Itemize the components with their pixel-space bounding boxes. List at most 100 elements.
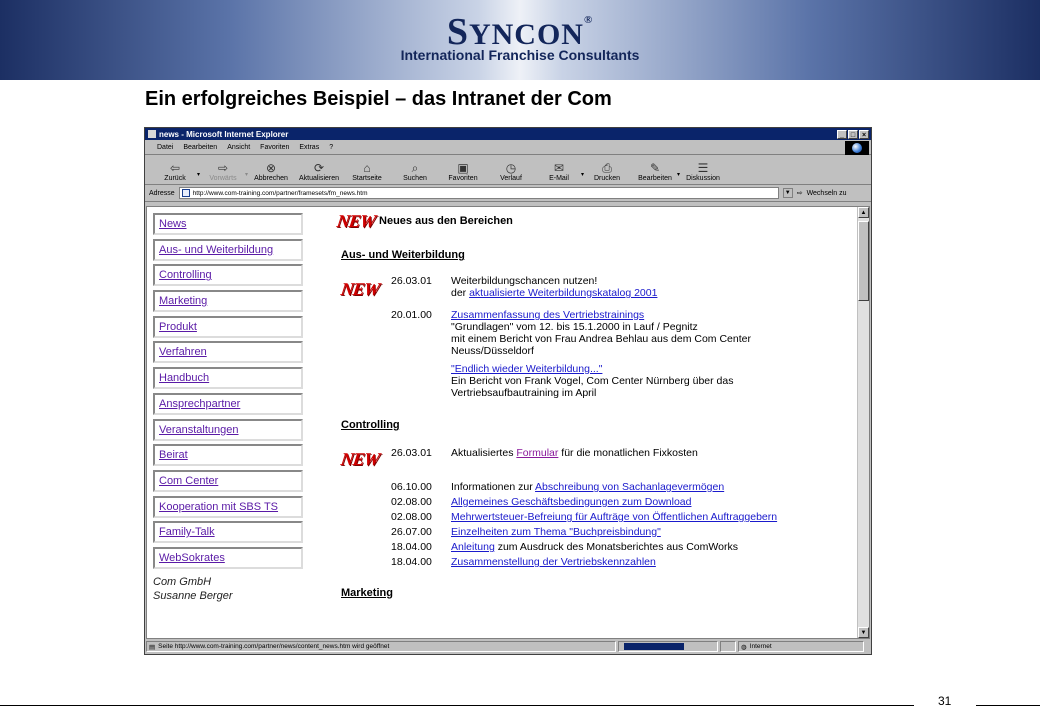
ie-globe-icon xyxy=(845,141,869,155)
ie-page-icon xyxy=(148,130,156,138)
scroll-up-button[interactable]: ▲ xyxy=(858,207,869,218)
entry-text: für die monatlichen Fixkosten xyxy=(558,447,698,459)
nav-link-controlling[interactable]: Controlling xyxy=(153,264,303,287)
nav-link-websokrates[interactable]: WebSokrates xyxy=(153,546,303,569)
nav-link-news[interactable]: News xyxy=(153,213,303,235)
controlling-link[interactable]: Zusammenstellung der Vertriebskennzahlen xyxy=(451,556,656,568)
controlling-link[interactable]: Anleitung xyxy=(451,541,495,553)
menu-extras[interactable]: Extras xyxy=(299,144,319,151)
menu-help[interactable]: ? xyxy=(329,144,333,151)
address-dropdown-button[interactable]: ▼ xyxy=(782,188,793,198)
toolbar-button-verlauf[interactable]: ◷ Verlauf xyxy=(489,161,533,184)
section-weiterbildung: Aus- und Weiterbildung xyxy=(341,249,465,261)
toolbar-button-e-mail[interactable]: ✉ E-Mail ▾ xyxy=(537,161,584,184)
zone-label: Internet xyxy=(749,643,772,650)
zone-cell: ◍ Internet xyxy=(738,641,864,652)
search-icon: ⌕ xyxy=(411,161,419,175)
slide-title: Ein erfolgreiches Beispiel – das Intrane… xyxy=(145,88,612,110)
toolbar-button-label: Favoriten xyxy=(448,175,478,182)
scroll-thumb[interactable] xyxy=(858,221,869,301)
dropdown-arrow-icon[interactable]: ▾ xyxy=(677,171,680,178)
page-icon xyxy=(181,189,190,197)
toolbar-button-bearbeiten[interactable]: ✎ Bearbeiten ▾ xyxy=(633,161,680,184)
nav-link-family-talk[interactable]: Family-Talk xyxy=(153,521,303,544)
minimize-button[interactable]: _ xyxy=(837,129,847,139)
dropdown-arrow-icon[interactable]: ▾ xyxy=(581,171,584,178)
controlling-link[interactable]: Allgemeines Geschäftsbedingungen zum Dow… xyxy=(451,496,691,508)
refresh-icon: ⟳ xyxy=(313,161,325,175)
contact-person: Susanne Berger xyxy=(153,589,233,602)
weiterbildungskatalog-link[interactable]: aktualisierte Weiterbildungskatalog 2001 xyxy=(469,287,657,299)
nav-link-verfahren[interactable]: Verfahren xyxy=(153,341,303,364)
toolbar-button-startseite[interactable]: ⌂ Startseite xyxy=(345,161,389,184)
toolbar-button-drucken[interactable]: ⎙ Drucken xyxy=(585,161,629,184)
controlling-link[interactable]: Abschreibung von Sachanlagevermögen xyxy=(535,481,724,493)
entry-text: Weiterbildungschancen nutzen! xyxy=(451,275,598,287)
toolbar-button-aktualisieren[interactable]: ⟳ Aktualisieren xyxy=(297,161,341,184)
new-badge: NEW xyxy=(339,279,381,299)
entry-date: 18.04.00 xyxy=(391,541,432,553)
toolbar-button-favoriten[interactable]: ▣ Favoriten xyxy=(441,161,485,184)
dropdown-arrow-icon[interactable]: ▾ xyxy=(245,171,248,178)
menu-bearbeiten[interactable]: Bearbeiten xyxy=(183,144,217,151)
maximize-button[interactable]: □ xyxy=(848,129,858,139)
weiterbildung-bericht-link[interactable]: "Endlich wieder Weiterbildung..." xyxy=(451,363,851,375)
progress-cell xyxy=(618,641,718,652)
menu-favoriten[interactable]: Favoriten xyxy=(260,144,289,151)
loading-progress-bar xyxy=(624,643,684,650)
go-button[interactable]: Wechseln zu xyxy=(807,190,847,197)
toolbar-button-vorwärts[interactable]: ⇨ Vorwärts ▾ xyxy=(201,161,248,184)
scroll-down-button[interactable]: ▼ xyxy=(858,627,869,638)
header-banner: SYNCON® International Franchise Consulta… xyxy=(0,0,1040,80)
go-arrow-icon[interactable]: ⇨ xyxy=(797,189,803,197)
entry-text: "Grundlagen" vom 12. bis 15.1.2000 in La… xyxy=(451,321,698,333)
toolbar-button-diskussion[interactable]: ☰ Diskussion xyxy=(681,161,725,184)
stop-icon: ⊗ xyxy=(265,161,277,175)
menu-datei[interactable]: Datei xyxy=(157,144,173,151)
nav-link-aus-und-weiterbildung[interactable]: Aus- und Weiterbildung xyxy=(153,238,303,261)
nav-link-marketing[interactable]: Marketing xyxy=(153,290,303,313)
vertical-scrollbar[interactable]: ▲ ▼ xyxy=(857,207,869,638)
home-icon: ⌂ xyxy=(363,161,371,175)
entry-text: Aktualisiertes xyxy=(451,447,517,459)
address-bar: Adresse http://www.com-training.com/part… xyxy=(145,185,871,202)
nav-link-veranstaltungen[interactable]: Veranstaltungen xyxy=(153,418,303,441)
window-titlebar: news - Microsoft Internet Explorer _ □ × xyxy=(145,128,871,140)
nav-link-produkt[interactable]: Produkt xyxy=(153,315,303,338)
discussion-icon: ☰ xyxy=(697,161,709,175)
entry-date: 02.08.00 xyxy=(391,496,432,508)
status-empty-cell xyxy=(720,641,736,652)
close-button[interactable]: × xyxy=(859,129,869,139)
registered-mark: ® xyxy=(583,14,594,26)
section-controlling: Controlling xyxy=(341,419,400,431)
page-number: 31 xyxy=(938,694,952,708)
nav-link-beirat[interactable]: Beirat xyxy=(153,444,303,467)
controlling-link[interactable]: Mehrwertsteuer-Befreiung für Aufträge vo… xyxy=(451,511,777,523)
toolbar-button-label: Vorwärts xyxy=(209,175,237,182)
toolbar-button-label: Zurück xyxy=(164,175,186,182)
entry-date: 26.03.01 xyxy=(391,275,432,287)
history-icon: ◷ xyxy=(505,161,517,175)
controlling-link[interactable]: Einzelheiten zum Thema "Buchpreisbindung… xyxy=(451,526,661,538)
formular-link[interactable]: Formular xyxy=(516,447,558,459)
nav-link-handbuch[interactable]: Handbuch xyxy=(153,367,303,390)
toolbar-button-zurück[interactable]: ⇦ Zurück ▾ xyxy=(153,161,200,184)
dropdown-arrow-icon[interactable]: ▾ xyxy=(197,171,200,178)
address-input[interactable]: http://www.com-training.com/partner/fram… xyxy=(178,187,779,199)
nav-link-kooperation-mit-sbs-ts[interactable]: Kooperation mit SBS TS xyxy=(153,495,303,518)
menu-ansicht[interactable]: Ansicht xyxy=(227,144,250,151)
printer-icon: ⎙ xyxy=(602,161,612,175)
entry-text: Neuss/Düsseldorf xyxy=(451,345,534,357)
nav-link-ansprechpartner[interactable]: Ansprechpartner xyxy=(153,392,303,415)
entry-date: 26.07.00 xyxy=(391,526,432,538)
browser-window: news - Microsoft Internet Explorer _ □ ×… xyxy=(144,127,872,655)
company-name: Com GmbH xyxy=(153,575,212,588)
nav-link-com-center[interactable]: Com Center xyxy=(153,469,303,492)
toolbar-button-abbrechen[interactable]: ⊗ Abbrechen xyxy=(249,161,293,184)
status-page-icon: ▤ xyxy=(149,643,156,651)
address-label: Adresse xyxy=(149,189,175,197)
nav-frame: News Aus- und Weiterbildung Controlling Mar… xyxy=(153,213,305,603)
entry-date: 18.04.00 xyxy=(391,556,432,568)
toolbar-button-suchen[interactable]: ⌕ Suchen xyxy=(393,161,437,184)
vertriebstraining-link[interactable]: Zusammenfassung des Vertriebstrainings xyxy=(451,309,851,321)
